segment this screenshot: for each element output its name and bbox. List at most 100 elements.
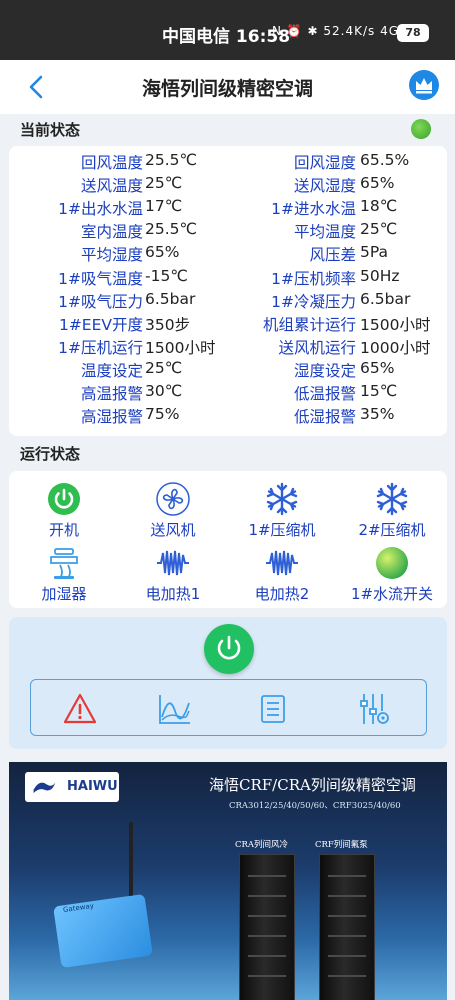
run-status-title: 运行状态 xyxy=(20,445,81,463)
run-status-card: 开机 送风机 1#压缩机 2#压缩机 加湿器 电加热1 电加热2 1#水流开关 xyxy=(9,471,447,608)
status-value: 35% xyxy=(360,405,395,424)
run-item-label: 电加热2 xyxy=(254,585,310,603)
battery-icon: 78 xyxy=(397,24,429,42)
status-row: 送风温度 25℃ 送风湿度 65% xyxy=(9,174,447,197)
haiwu-logo: HAIWU xyxy=(25,772,119,802)
cabinet-image xyxy=(319,854,375,1000)
product-banner[interactable]: HAIWU 海悟CRF/CRA列间级精密空调 CRA3012/25/40/50/… xyxy=(9,762,447,1000)
run-item-label: 电加热1 xyxy=(145,585,201,603)
chart-icon[interactable] xyxy=(157,691,193,727)
carrier-time: 中国电信 16:58 xyxy=(162,27,291,47)
banner-caption-left: CRA列间风冷 xyxy=(235,840,289,850)
run-item-label: 2#压缩机 xyxy=(358,521,426,539)
status-value: 5Pa xyxy=(360,243,389,262)
status-value: 15℃ xyxy=(360,382,398,400)
run-item-heater-1: 电加热1 xyxy=(118,545,228,604)
list-icon[interactable] xyxy=(255,691,291,727)
status-value: 1500小时 xyxy=(360,315,431,334)
run-item-label: 加湿器 xyxy=(41,585,87,603)
crown-icon[interactable] xyxy=(409,70,439,100)
banner-caption-right: CRF列间氟泵 xyxy=(315,840,368,850)
power-button[interactable] xyxy=(204,624,254,674)
status-label: 机组累计运行 xyxy=(262,315,356,334)
status-row: 平均湿度 65% 风压差 5Pa xyxy=(9,243,447,266)
wave-logo-icon xyxy=(33,782,56,794)
status-label: 高湿报警 xyxy=(80,408,143,427)
current-status-title: 当前状态 xyxy=(20,121,81,139)
run-item-power: 开机 xyxy=(9,481,119,540)
app-header: 海悟列间级精密空调 xyxy=(0,60,455,114)
status-label: 温度设定 xyxy=(80,361,143,380)
status-label: 低湿报警 xyxy=(293,408,356,427)
run-item-label: 1#水流开关 xyxy=(350,585,434,603)
status-label: 1#压机运行 xyxy=(58,338,143,357)
run-item-compressor-2: 2#压缩机 xyxy=(337,481,447,540)
page-title: 海悟列间级精密空调 xyxy=(141,78,313,100)
status-label: 1#EEV开度 xyxy=(58,315,143,334)
status-value: 65.5% xyxy=(360,151,410,169)
run-item-label: 开机 xyxy=(48,521,79,539)
status-value: 65% xyxy=(360,358,395,377)
status-label: 1#进水水温 xyxy=(271,200,356,219)
fan-icon xyxy=(156,482,190,516)
online-status-indicator xyxy=(411,119,431,139)
status-label: 1#压机频率 xyxy=(271,269,356,288)
run-item-heater-2: 电加热2 xyxy=(227,545,337,604)
status-value: -15℃ xyxy=(145,266,188,285)
status-row: 1#吸气温度 -15℃ 1#压机频率 50Hz xyxy=(9,267,447,290)
status-label: 1#冷凝压力 xyxy=(271,292,356,311)
run-item-label: 送风机 xyxy=(150,521,196,539)
run-item-compressor-1: 1#压缩机 xyxy=(227,481,337,540)
status-label: 平均湿度 xyxy=(80,246,143,265)
settings-sliders-icon[interactable] xyxy=(356,691,392,727)
power-button-icon xyxy=(217,635,241,660)
current-status-card: 回风温度 25.5℃ 回风湿度 65.5% 送风温度 25℃ 送风湿度 65% 1#出水水温 17… xyxy=(9,146,447,436)
status-row: 高温报警 30℃ 低温报警 15℃ xyxy=(9,382,447,405)
status-value: 1500小时 xyxy=(145,338,216,357)
status-value: 350步 xyxy=(145,315,191,334)
run-item-humidifier: 加湿器 xyxy=(9,545,119,604)
status-row: 回风温度 25.5℃ 回风湿度 65.5% xyxy=(9,151,447,174)
status-row: 1#吸气压力 6.5bar 1#冷凝压力 6.5bar xyxy=(9,290,447,313)
status-label: 湿度设定 xyxy=(293,361,356,380)
system-status-bar: 中国电信 16:58 N ⏰ ✱ 52.4K/s 4G ▮ ⌔ 78 xyxy=(0,0,455,60)
status-label: 高温报警 xyxy=(80,385,143,403)
status-value: 1000小时 xyxy=(360,338,431,357)
status-value: 75% xyxy=(145,405,180,424)
heater-icon xyxy=(157,550,189,576)
status-value: 6.5bar xyxy=(145,289,196,308)
status-label: 回风温度 xyxy=(80,154,143,172)
status-label: 1#吸气温度 xyxy=(58,269,143,288)
status-value: 50Hz xyxy=(360,266,400,285)
status-value: 25℃ xyxy=(145,358,183,377)
water-flow-switch-icon xyxy=(376,547,408,579)
function-toolbar xyxy=(30,679,427,736)
alarm-icon[interactable] xyxy=(62,691,98,727)
status-value: 25℃ xyxy=(145,174,183,193)
status-value: 65% xyxy=(360,174,395,193)
status-value: 18℃ xyxy=(360,197,398,216)
status-label: 平均温度 xyxy=(293,223,356,242)
status-value: 25.5℃ xyxy=(145,220,197,239)
status-label: 室内温度 xyxy=(80,223,143,242)
banner-models: CRA3012/25/40/50/60、CRF3025/40/60 xyxy=(229,801,401,811)
banner-headline: 海悟CRF/CRA列间级精密空调 xyxy=(209,776,416,794)
status-value: 65% xyxy=(145,243,180,262)
status-row: 1#压机运行 1500小时 送风机运行 1000小时 xyxy=(9,336,447,359)
status-value: 30℃ xyxy=(145,382,183,400)
status-row: 1#出水水温 17℃ 1#进水水温 18℃ xyxy=(9,197,447,220)
status-row: 室内温度 25.5℃ 平均温度 25℃ xyxy=(9,220,447,243)
heater-icon xyxy=(266,550,298,576)
power-on-icon xyxy=(48,483,80,515)
status-label: 送风温度 xyxy=(80,177,143,196)
status-value: 17℃ xyxy=(145,197,183,216)
status-label: 送风湿度 xyxy=(293,177,356,196)
run-item-label: 1#压缩机 xyxy=(248,521,316,539)
run-item-water-flow-switch: 1#水流开关 xyxy=(337,545,447,604)
status-label: 送风机运行 xyxy=(278,338,356,357)
logo-text: HAIWU xyxy=(67,779,118,794)
status-value: 25℃ xyxy=(360,220,398,239)
humidifier-icon xyxy=(50,548,78,579)
run-item-fan: 送风机 xyxy=(118,481,228,540)
status-value: 6.5bar xyxy=(360,289,411,308)
